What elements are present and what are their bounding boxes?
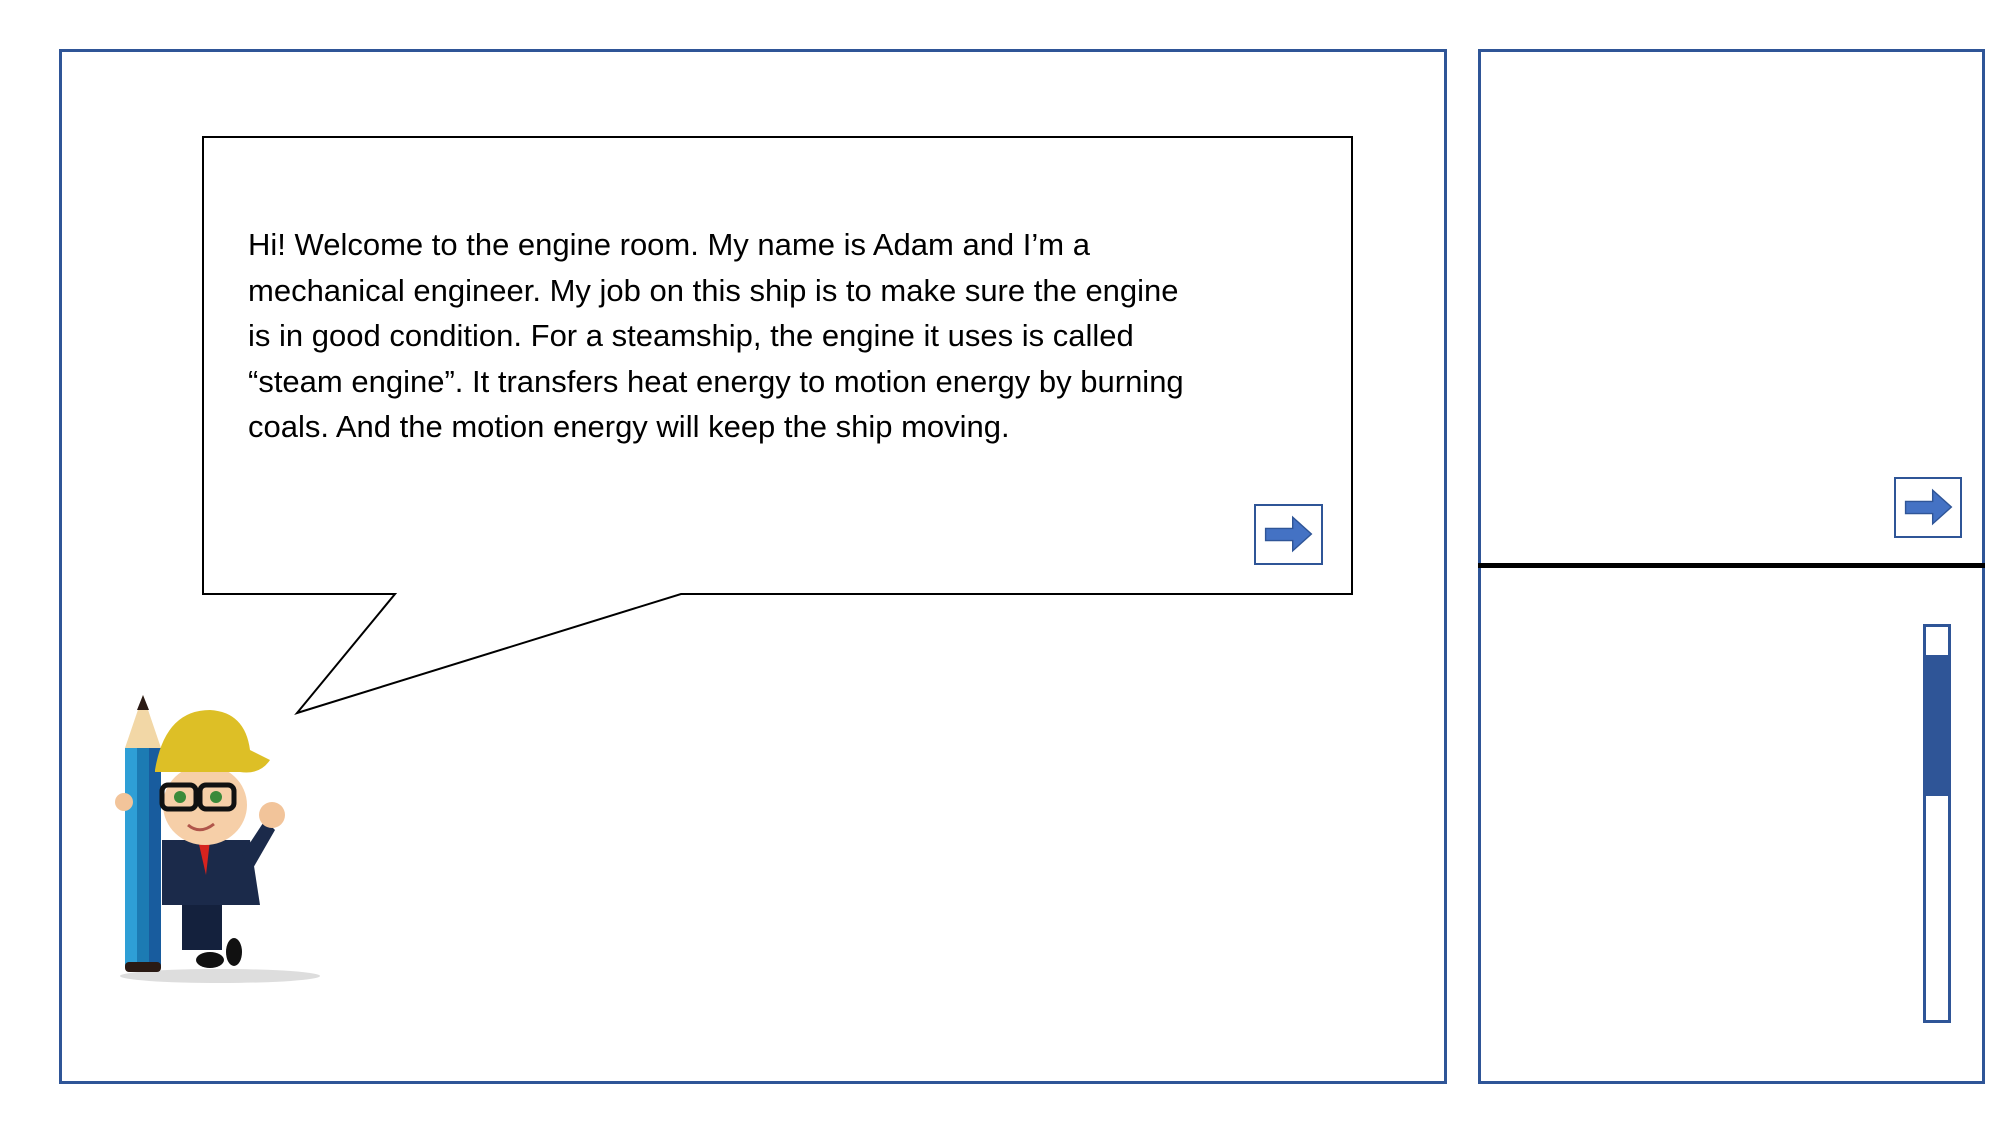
scrollbar-thumb[interactable]: [1926, 654, 1948, 796]
dialog-line: coals. And the motion energy will keep t…: [248, 409, 1010, 444]
panel-divider: [1478, 563, 1985, 568]
dialog-line: “steam engine”. It transfers heat energy…: [248, 363, 1184, 399]
dialog-line: mechanical engineer. My job on this ship…: [248, 272, 1179, 308]
scrollbar[interactable]: [1923, 624, 1951, 1023]
right-arrow-icon: [1904, 488, 1953, 526]
right-arrow-icon: [1264, 515, 1313, 553]
engineer-character-illustration: [115, 695, 320, 983]
side-next-button[interactable]: [1894, 477, 1962, 538]
dialog-line: Hi! Welcome to the engine room. My name …: [248, 227, 1090, 262]
dialog-next-button[interactable]: [1254, 504, 1323, 565]
dialog-line: is in good condition. For a steamship, t…: [248, 318, 1134, 353]
dialog-text: Hi! Welcome to the engine room. My name …: [248, 222, 1184, 450]
